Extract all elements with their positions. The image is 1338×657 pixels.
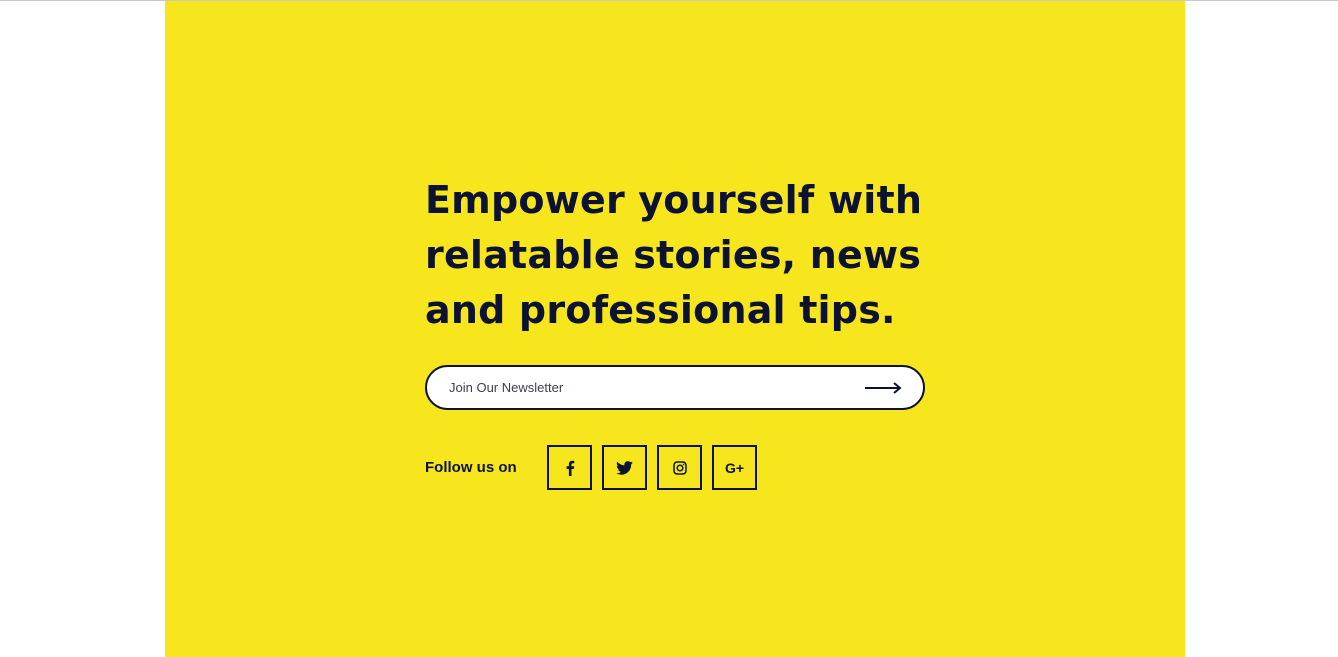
google-plus-icon: G+ [724, 459, 745, 476]
google-plus-link[interactable]: G+ [712, 445, 757, 490]
twitter-icon [616, 460, 633, 475]
newsletter-content: Empower yourself with relatable stories,… [425, 173, 945, 490]
instagram-link[interactable] [657, 445, 702, 490]
follow-label: Follow us on [425, 459, 517, 476]
newsletter-form [425, 365, 925, 410]
headline: Empower yourself with relatable stories,… [425, 173, 945, 338]
headline-line-1: Empower yourself with [425, 178, 923, 222]
instagram-icon [672, 460, 687, 475]
newsletter-submit-button[interactable] [861, 375, 905, 401]
facebook-icon [566, 460, 574, 476]
arrow-right-icon [865, 382, 902, 394]
headline-line-3: and professional tips. [425, 288, 896, 332]
headline-line-2: relatable stories, news [425, 233, 922, 277]
social-follow: Follow us on G+ [425, 445, 767, 490]
facebook-link[interactable] [547, 445, 592, 490]
twitter-link[interactable] [602, 445, 647, 490]
newsletter-section: Empower yourself with relatable stories,… [165, 1, 1185, 657]
newsletter-email-input[interactable] [449, 367, 849, 408]
